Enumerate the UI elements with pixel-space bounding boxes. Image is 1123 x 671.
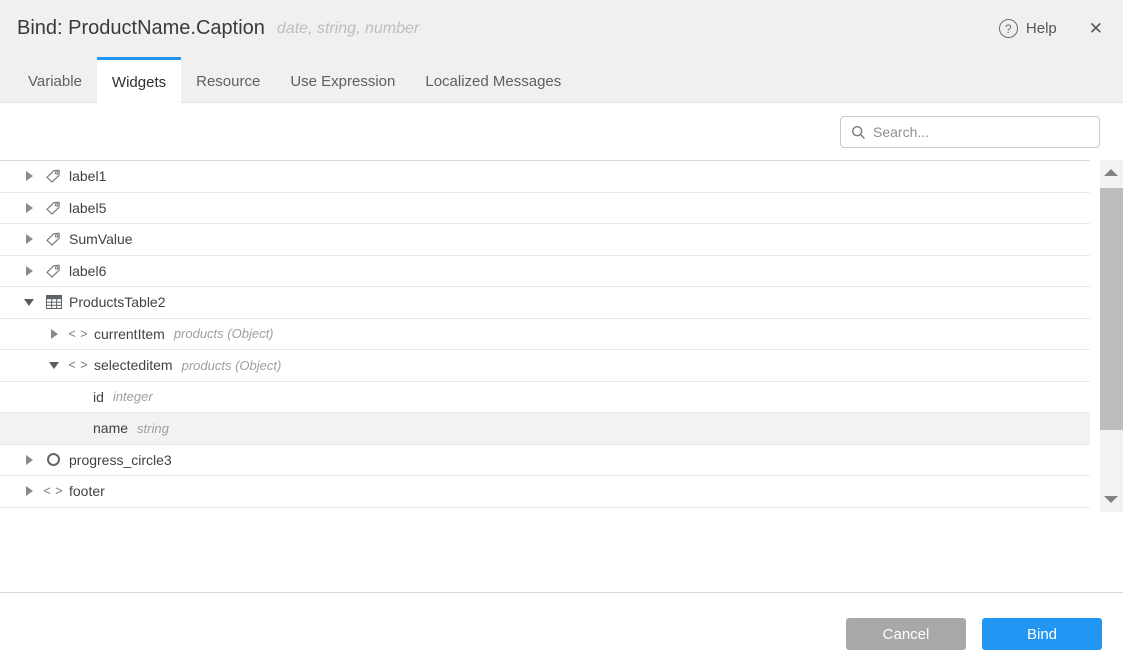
close-icon[interactable] xyxy=(1089,20,1103,37)
icon-slot xyxy=(45,484,62,498)
tree-item-label: label5 xyxy=(69,200,106,216)
help-icon[interactable] xyxy=(999,19,1018,38)
tree-row[interactable]: label6 xyxy=(0,256,1090,288)
icon-slot xyxy=(45,453,62,466)
icon-slot xyxy=(45,231,62,247)
expand-slot[interactable] xyxy=(24,171,34,181)
help-button[interactable]: Help xyxy=(1026,20,1057,37)
table-icon xyxy=(46,295,62,309)
tree-item-meta: products (Object) xyxy=(182,358,282,373)
chevron-right-icon[interactable] xyxy=(26,234,33,244)
tag-icon xyxy=(45,231,62,247)
chevron-right-icon[interactable] xyxy=(26,455,33,465)
header-actions: Help xyxy=(999,0,1103,57)
tree-row[interactable]: ProductsTable2 xyxy=(0,287,1090,319)
chevron-right-icon[interactable] xyxy=(26,266,33,276)
icon-slot xyxy=(45,168,62,184)
tree-item-label: selecteditem xyxy=(94,357,173,373)
tree-item-label: label6 xyxy=(69,263,106,279)
tree-item-label: ProductsTable2 xyxy=(69,294,166,310)
cancel-button[interactable]: Cancel xyxy=(846,618,966,650)
code-brackets-icon xyxy=(43,484,63,498)
tree-item-label: progress_circle3 xyxy=(69,452,172,468)
icon-slot xyxy=(70,358,87,372)
code-brackets-icon xyxy=(68,358,88,372)
expand-slot[interactable] xyxy=(24,299,34,306)
chevron-right-icon[interactable] xyxy=(26,486,33,496)
dialog-subtitle-types: date, string, number xyxy=(277,20,419,38)
tree-scrollbar[interactable] xyxy=(1100,160,1123,512)
progress-circle-icon xyxy=(47,453,60,466)
tree-row[interactable]: id integer xyxy=(0,382,1090,414)
tree-item-meta: products (Object) xyxy=(174,326,274,341)
tag-icon xyxy=(45,263,62,279)
tree-item-label: id xyxy=(93,389,104,405)
search-box xyxy=(840,116,1100,148)
tab-use-expression[interactable]: Use Expression xyxy=(275,57,410,103)
tree-row[interactable]: label5 xyxy=(0,193,1090,225)
search-input[interactable] xyxy=(873,124,1083,140)
expand-slot[interactable] xyxy=(24,486,34,496)
tab-bar: Variable Widgets Resource Use Expression… xyxy=(0,57,1123,103)
scroll-up-icon[interactable] xyxy=(1104,169,1118,176)
icon-slot xyxy=(45,295,62,309)
expand-slot[interactable] xyxy=(49,362,59,369)
chevron-right-icon[interactable] xyxy=(26,203,33,213)
tree-row[interactable]: SumValue xyxy=(0,224,1090,256)
tab-variable[interactable]: Variable xyxy=(13,57,97,103)
dialog-header: Bind: ProductName.Caption date, string, … xyxy=(0,0,1123,57)
expand-slot[interactable] xyxy=(49,329,59,339)
chevron-down-icon[interactable] xyxy=(24,299,34,306)
tree-item-label: currentItem xyxy=(94,326,165,342)
dialog-footer: Cancel Bind xyxy=(0,592,1123,671)
tab-localized-messages[interactable]: Localized Messages xyxy=(410,57,576,103)
tree-item-meta: integer xyxy=(113,389,153,404)
tree-item-meta: string xyxy=(137,421,169,436)
tab-resource[interactable]: Resource xyxy=(181,57,275,103)
dialog-title: Bind: ProductName.Caption xyxy=(17,17,265,40)
tree-row[interactable]: selecteditem products (Object) xyxy=(0,350,1090,382)
icon-slot xyxy=(45,263,62,279)
chevron-right-icon[interactable] xyxy=(51,329,58,339)
tag-icon xyxy=(45,200,62,216)
tag-icon xyxy=(45,168,62,184)
bind-dialog: Bind: ProductName.Caption date, string, … xyxy=(0,0,1123,671)
chevron-right-icon[interactable] xyxy=(26,171,33,181)
widget-tree: label1 xyxy=(0,160,1090,508)
expand-slot[interactable] xyxy=(24,266,34,276)
tree-item-label: label1 xyxy=(69,168,106,184)
tree-row[interactable]: footer xyxy=(0,476,1090,508)
icon-slot xyxy=(45,200,62,216)
icon-slot xyxy=(70,327,87,341)
tree-item-label: footer xyxy=(69,483,105,499)
scroll-down-icon[interactable] xyxy=(1104,496,1118,503)
code-brackets-icon xyxy=(68,327,88,341)
binding-status: The widget can be bound Target : Product… xyxy=(0,512,1123,592)
tree-item-label: name xyxy=(93,420,128,436)
expand-slot[interactable] xyxy=(24,203,34,213)
tree-row[interactable]: name string xyxy=(0,413,1090,445)
tab-widgets[interactable]: Widgets xyxy=(97,57,181,104)
search-icon xyxy=(851,125,866,140)
expand-slot[interactable] xyxy=(24,455,34,465)
tree-row[interactable]: progress_circle3 xyxy=(0,445,1090,477)
tree-row[interactable]: currentItem products (Object) xyxy=(0,319,1090,351)
chevron-down-icon[interactable] xyxy=(49,362,59,369)
expand-slot[interactable] xyxy=(24,234,34,244)
scrollbar-thumb[interactable] xyxy=(1100,188,1123,430)
bind-button[interactable]: Bind xyxy=(982,618,1102,650)
tree-row[interactable]: label1 xyxy=(0,161,1090,193)
tree-item-label: SumValue xyxy=(69,231,133,247)
